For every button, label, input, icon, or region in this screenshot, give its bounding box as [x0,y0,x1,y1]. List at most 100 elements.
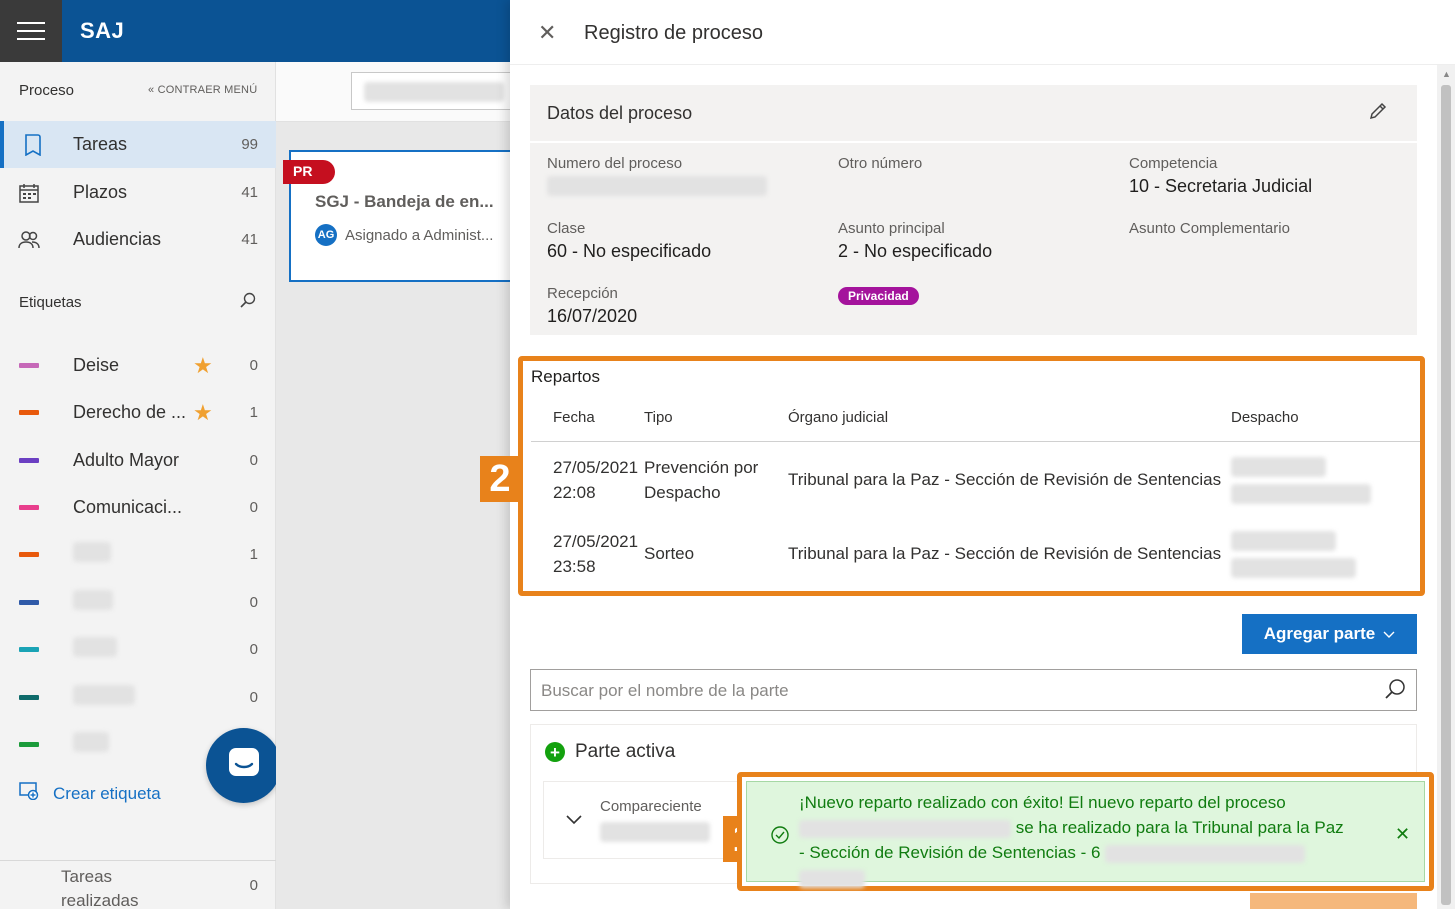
repartos-section: Repartos Fecha Tipo Órgano judicial Desp… [518,356,1425,596]
tag-label-redacted [73,637,117,662]
cell-despacho-redacted [1231,531,1356,585]
tag-item[interactable]: Adulto Mayor 0 [0,437,276,484]
tag-count: 1 [249,404,258,421]
done-tasks-count: 0 [249,877,258,894]
done-tasks-label: Tareas realizadas [61,867,139,909]
sidebar-item-plazos[interactable]: Plazos 41 [0,169,276,216]
active-party-title: Parte activa [575,741,676,762]
process-data-header: Datos del proceso [530,85,1417,143]
field-otro-numero: Otro número [838,155,922,172]
list-toolbar [276,62,521,122]
column-header-fecha[interactable]: Fecha [553,409,595,426]
add-party-button[interactable]: Agregar parte [1242,614,1417,654]
time-text: 22:08 [553,483,596,502]
add-tag-icon [19,782,39,805]
compareciente-card[interactable]: Compareciente [543,781,743,859]
tag-item[interactable]: Deise ★ 0 [0,342,276,389]
cell-fecha: 27/05/2021 23:58 [553,529,638,579]
star-icon[interactable]: ★ [193,353,213,379]
top-bar: SAJ [0,0,510,62]
calendar-icon [18,182,40,204]
party-search-input[interactable]: Buscar por el nombre de la parte [530,669,1417,711]
plus-circle-icon: + [545,742,565,762]
tag-item[interactable]: 0 [0,674,276,721]
task-card-assignee: AG Asignado a Administ... [315,224,493,246]
scrollbar-thumb[interactable] [1441,85,1451,905]
app-brand: SAJ [80,18,125,43]
party-search-placeholder: Buscar por el nombre de la parte [541,681,789,700]
cell-tipo: Sorteo [644,544,695,563]
tag-item[interactable]: Comunicaci... 0 [0,484,276,531]
success-toast: ¡Nuevo reparto realizado con éxito! El n… [746,781,1425,888]
field-value: 16/07/2020 [547,306,638,326]
tag-item[interactable]: 0 [0,579,276,626]
field-competencia: Competencia 10 - Secretaria Judicial [1129,155,1312,197]
chevron-down-icon[interactable] [566,812,582,830]
tag-item[interactable]: 1 [0,531,276,578]
field-clase: Clase 60 - No especificado [547,220,711,262]
cell-organo: Tribunal para la Paz - Sección de Revisi… [788,470,1222,489]
date-text: 27/05/2021 [553,458,639,477]
process-panel: ✕ Registro de proceso ▲ Datos del proces… [480,0,1455,909]
tag-item[interactable]: Derecho de ... ★ 1 [0,389,276,436]
sidebar-item-audiencias[interactable]: Audiencias 41 [0,216,276,263]
panel-scrollbar[interactable]: ▲ [1437,65,1455,909]
hamburger-menu-button[interactable] [0,0,62,62]
pencil-icon[interactable] [1368,101,1388,126]
close-icon[interactable]: ✕ [538,20,556,46]
close-icon[interactable]: ✕ [1395,824,1410,845]
tag-color-bar [19,695,39,700]
panel-title: Registro de proceso [584,22,763,44]
tag-label: Adulto Mayor [73,450,180,470]
scroll-up-icon[interactable]: ▲ [1442,69,1451,79]
tag-color-bar [19,552,39,557]
sidebar-item-count: 99 [241,136,258,153]
create-tag-label: Crear etiqueta [53,783,161,803]
tipo-text: Prevención por [644,458,759,477]
field-value: 60 - No especificado [547,241,712,261]
star-icon[interactable]: ★ [193,400,213,426]
avatar: AG [315,224,337,246]
task-card[interactable]: PR SGJ - Bandeja de en... AG Asignado a … [283,150,519,282]
create-tag-button[interactable]: Crear etiqueta [19,782,161,805]
task-card-title: SGJ - Bandeja de en... [315,192,494,211]
assignee-text: Asignado a Administ... [345,226,494,244]
tags-search-icon[interactable] [240,292,256,313]
tag-count: 0 [249,594,258,611]
column-header-despacho[interactable]: Despacho [1231,409,1299,426]
done-tasks-item[interactable]: Tareas realizadas 0 [0,860,276,909]
active-party-header[interactable]: + Parte activa [545,741,675,763]
tag-label-redacted [73,542,111,567]
partially-visible-button[interactable] [1250,893,1417,909]
cell-fecha: 27/05/2021 22:08 [553,455,638,505]
compareciente-name-redacted [600,822,710,842]
field-label: Asunto Complementario [1129,220,1290,237]
tag-label-redacted [73,732,109,757]
sidebar-item-count: 41 [241,184,258,201]
field-label: Competencia [1129,155,1218,172]
task-list-area: PR SGJ - Bandeja de en... AG Asignado a … [276,62,521,909]
sidebar-item-count: 41 [241,231,258,248]
field-asunto-principal: Asunto principal 2 - No especificado [838,220,992,262]
tag-item[interactable]: 0 [0,626,276,673]
tag-color-bar [19,742,39,747]
chevron-down-icon [1383,624,1395,644]
search-icon[interactable] [1384,678,1406,705]
sidebar-item-label: Plazos [73,182,128,202]
column-header-tipo[interactable]: Tipo [644,409,673,426]
sidebar-item-tareas[interactable]: Tareas 99 [0,121,276,168]
chat-launcher-button[interactable] [206,728,281,803]
column-header-organo[interactable]: Órgano judicial [788,409,888,426]
priority-flag: PR [283,160,335,184]
list-search-input[interactable] [351,72,521,110]
sidebar-item-label: Audiencias [73,229,162,249]
add-party-label: Agregar parte [1263,624,1376,643]
field-label: Asunto principal [838,220,945,237]
tag-label: Deise [73,355,120,375]
tag-label: Comunicaci... [73,497,183,517]
sidebar-section-title: Proceso [19,82,75,99]
success-toast-message: ¡Nuevo reparto realizado con éxito! El n… [799,790,1369,890]
collapse-menu-button[interactable]: « CONTRAER MENÚ [148,84,257,96]
tag-label-redacted [73,590,113,615]
field-label: Otro número [838,155,923,172]
